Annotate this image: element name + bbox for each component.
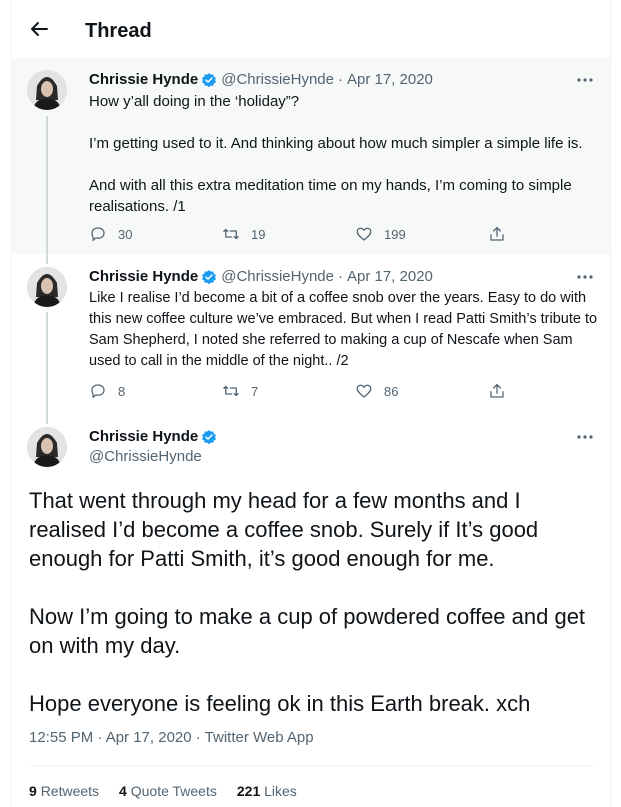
author-name[interactable]: Chrissie Hynde — [89, 428, 198, 445]
tweet-text: Like I realise I’d become a bit of a cof… — [89, 290, 598, 369]
retweet-button[interactable]: 7 — [222, 382, 355, 400]
tweet-timestamp[interactable]: 12:55 PM · Apr 17, 2020 · Twitter Web Ap… — [29, 729, 314, 746]
tweet-actions: 8 7 86 — [89, 382, 506, 400]
share-icon — [490, 383, 504, 398]
reply-icon — [91, 384, 105, 399]
quote-tweets-label: Quote Tweets — [130, 783, 217, 799]
share-icon — [490, 226, 504, 241]
verified-badge-icon — [202, 72, 217, 87]
avatar[interactable] — [27, 70, 67, 110]
share-button[interactable] — [488, 225, 506, 243]
reply-icon — [91, 227, 105, 242]
tweet-author-row: Chrissie Hynde — [89, 428, 217, 445]
tweet-actions: 30 19 199 — [89, 225, 506, 243]
likes-count: 221 — [236, 783, 261, 799]
handle-row: @ChrissieHynde — [89, 448, 202, 465]
author-name[interactable]: Chrissie Hynde — [89, 268, 198, 285]
like-count: 199 — [384, 226, 406, 242]
more-icon[interactable] — [575, 427, 595, 447]
dot-separator: · — [337, 268, 343, 285]
likes-label: Likes — [264, 783, 297, 799]
quote-tweets-stat[interactable]: 4 Quote Tweets — [119, 783, 217, 799]
tweet-1[interactable]: Chrissie Hynde @ChrissieHynde · Apr 17, … — [12, 58, 610, 254]
retweet-count: 19 — [251, 226, 266, 242]
author-handle[interactable]: @ChrissieHynde — [221, 71, 334, 88]
retweet-icon — [223, 228, 239, 240]
tweet-text: How y’all doing in the ‘holiday”? I’m ge… — [89, 93, 583, 215]
author-handle[interactable]: @ChrissieHynde — [89, 448, 202, 465]
retweets-stat[interactable]: 9 Retweets — [29, 783, 99, 799]
avatar[interactable] — [27, 427, 67, 467]
share-button[interactable] — [488, 382, 506, 400]
like-count: 86 — [384, 383, 399, 399]
focused-tweet-text: That went through my head for a few mont… — [29, 488, 586, 716]
engagement-stats: 9 Retweets 4 Quote Tweets 221 Likes — [29, 783, 317, 799]
more-icon[interactable] — [575, 70, 595, 90]
tweet-author-row: Chrissie Hynde @ChrissieHynde · Apr 17, … — [89, 268, 433, 285]
tweet-2[interactable]: Chrissie Hynde @ChrissieHynde · Apr 17, … — [12, 254, 610, 414]
reply-count: 8 — [118, 383, 126, 399]
thread-connector-line — [46, 116, 48, 254]
like-icon — [356, 384, 372, 398]
reply-count: 30 — [118, 226, 133, 242]
divider — [29, 765, 593, 766]
reply-button[interactable]: 30 — [89, 225, 222, 243]
verified-badge-icon — [202, 269, 217, 284]
quote-tweets-count: 4 — [119, 783, 127, 799]
more-icon[interactable] — [575, 267, 595, 287]
retweets-label: Retweets — [40, 783, 100, 799]
reply-button[interactable]: 8 — [89, 382, 222, 400]
thread-connector-line — [46, 312, 48, 414]
retweet-button[interactable]: 19 — [222, 225, 355, 243]
dot-separator: · — [337, 71, 343, 88]
thread-connector-line — [46, 254, 48, 264]
tweet-date[interactable]: Apr 17, 2020 — [347, 71, 433, 88]
author-name[interactable]: Chrissie Hynde — [89, 71, 198, 88]
thread-header: Thread — [12, 0, 610, 58]
thread-connector-line — [46, 414, 48, 424]
avatar[interactable] — [27, 267, 67, 307]
retweet-icon — [223, 385, 239, 397]
likes-stat[interactable]: 221 Likes — [237, 783, 297, 799]
like-icon — [356, 227, 372, 241]
thread-column: Thread Chrissie Hynde @ChrissieHynde · A… — [11, 0, 611, 807]
author-handle[interactable]: @ChrissieHynde — [221, 268, 334, 285]
retweets-count: 9 — [29, 783, 37, 799]
like-button[interactable]: 86 — [355, 382, 488, 400]
verified-badge-icon — [202, 429, 217, 444]
back-arrow-icon[interactable] — [29, 19, 49, 39]
tweet-date[interactable]: Apr 17, 2020 — [347, 268, 433, 285]
tweet-author-row: Chrissie Hynde @ChrissieHynde · Apr 17, … — [89, 71, 433, 88]
retweet-count: 7 — [251, 383, 259, 399]
like-button[interactable]: 199 — [355, 225, 488, 243]
page-title: Thread — [85, 20, 152, 42]
